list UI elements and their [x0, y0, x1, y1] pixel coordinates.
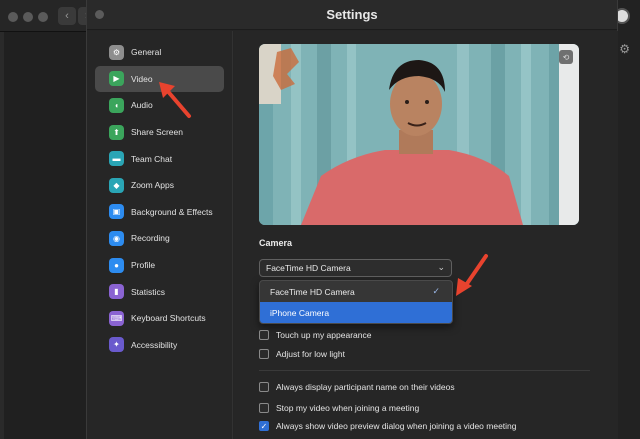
checkmark-icon: ✓ [432, 286, 440, 296]
camera-label: Camera [259, 238, 293, 248]
option-touch-up[interactable]: Touch up my appearance [259, 330, 371, 340]
option-display-names[interactable]: Always display participant name on their… [259, 382, 455, 392]
checkbox[interactable] [259, 349, 269, 359]
camera-option-label: iPhone Camera [270, 307, 330, 318]
chat-icon: ▬ [109, 151, 124, 167]
window-zoom-dot[interactable] [38, 12, 48, 22]
option-label: Always show video preview dialog when jo… [276, 421, 517, 431]
window-minimize-dot[interactable] [23, 12, 33, 22]
sidebar-item-recording[interactable]: ◉ Recording [95, 225, 224, 252]
sidebar-item-statistics[interactable]: ▮ Statistics [95, 278, 224, 305]
close-icon[interactable] [95, 10, 104, 19]
sidebar-item-keyboard-shortcuts[interactable]: ⌨ Keyboard Shortcuts [95, 305, 224, 332]
sidebar-item-label: Keyboard Shortcuts [131, 313, 206, 324]
settings-titlebar: Settings [87, 0, 617, 30]
option-label: Stop my video when joining a meeting [276, 403, 420, 413]
sidebar-item-team-chat[interactable]: ▬ Team Chat [95, 145, 224, 172]
sidebar-item-zoom-apps[interactable]: ◆ Zoom Apps [95, 172, 224, 199]
checkbox-checked[interactable]: ✓ [259, 421, 269, 431]
accessibility-icon: ✦ [109, 337, 124, 353]
option-label: Adjust for low light [276, 349, 345, 359]
chevron-down-icon: ⌄ [437, 262, 445, 272]
settings-window: Settings ⚙ General ▶ Video ◖ Audio ⬆ Share Scre… [86, 0, 618, 439]
option-label: Always display participant name on their… [276, 382, 455, 392]
sidebar-item-label: Zoom Apps [131, 180, 174, 191]
back-nav-icon[interactable]: ‹ [58, 7, 76, 25]
sidebar-item-label: Statistics [131, 286, 166, 297]
gear-icon: ⚙ [109, 44, 124, 60]
sidebar-item-general[interactable]: ⚙ General [95, 39, 224, 66]
recording-icon: ◉ [109, 230, 124, 246]
checkbox[interactable] [259, 403, 269, 413]
sidebar-item-label: Recording [131, 233, 170, 244]
camera-option-iphone[interactable]: iPhone Camera [260, 302, 452, 323]
statistics-icon: ▮ [109, 284, 124, 300]
checkbox[interactable] [259, 330, 269, 340]
sidebar-item-label: Video [131, 73, 153, 84]
gear-icon[interactable]: ⚙ [619, 42, 630, 56]
rotate-camera-icon[interactable]: ⟲ [559, 50, 573, 64]
option-stop-video[interactable]: Stop my video when joining a meeting [259, 403, 419, 413]
camera-dropdown-menu: FaceTime HD Camera ✓ iPhone Camera [259, 280, 453, 324]
apps-icon: ◆ [109, 177, 124, 193]
option-label: Touch up my appearance [276, 330, 372, 340]
window-close-dot[interactable] [8, 12, 18, 22]
sidebar-item-background-effects[interactable]: ▣ Background & Effects [95, 199, 224, 226]
camera-select[interactable]: FaceTime HD Camera ⌄ [259, 259, 452, 277]
sidebar-item-label: Team Chat [131, 153, 173, 164]
sidebar-item-label: Share Screen [131, 127, 183, 138]
profile-icon: ● [109, 257, 124, 273]
sidebar-item-label: Profile [131, 260, 156, 271]
sidebar-item-share-screen[interactable]: ⬆ Share Screen [95, 119, 224, 146]
page-title: Settings [326, 7, 378, 22]
headphones-icon: ◖ [109, 97, 124, 113]
annotation-arrow-icon [456, 254, 488, 296]
background-icon: ▣ [109, 204, 124, 220]
camera-select-value: FaceTime HD Camera [266, 263, 351, 273]
annotation-arrow-icon [159, 82, 191, 118]
video-icon: ▶ [109, 71, 124, 87]
background-sidebar-strip [0, 32, 4, 439]
camera-option-label: FaceTime HD Camera [270, 286, 355, 297]
option-low-light[interactable]: Adjust for low light [259, 349, 345, 359]
camera-feed-image [259, 44, 579, 225]
sidebar-item-label: General [131, 47, 162, 58]
divider [259, 370, 590, 371]
sidebar-item-accessibility[interactable]: ✦ Accessibility [95, 332, 224, 359]
video-settings-panel: ⟲ Camera FaceTime HD Camera ⌄ FaceTime H… [234, 31, 618, 439]
sidebar-item-profile[interactable]: ● Profile [95, 252, 224, 279]
sidebar-item-label: Accessibility [131, 339, 178, 350]
option-show-preview[interactable]: ✓ Always show video preview dialog when … [259, 421, 517, 431]
sidebar-item-label: Audio [131, 100, 153, 111]
video-preview: ⟲ [259, 44, 579, 225]
checkbox[interactable] [259, 382, 269, 392]
share-screen-icon: ⬆ [109, 124, 124, 140]
camera-option-facetime[interactable]: FaceTime HD Camera ✓ [260, 281, 452, 302]
keyboard-icon: ⌨ [109, 310, 124, 326]
sidebar-item-label: Background & Effects [131, 206, 213, 217]
